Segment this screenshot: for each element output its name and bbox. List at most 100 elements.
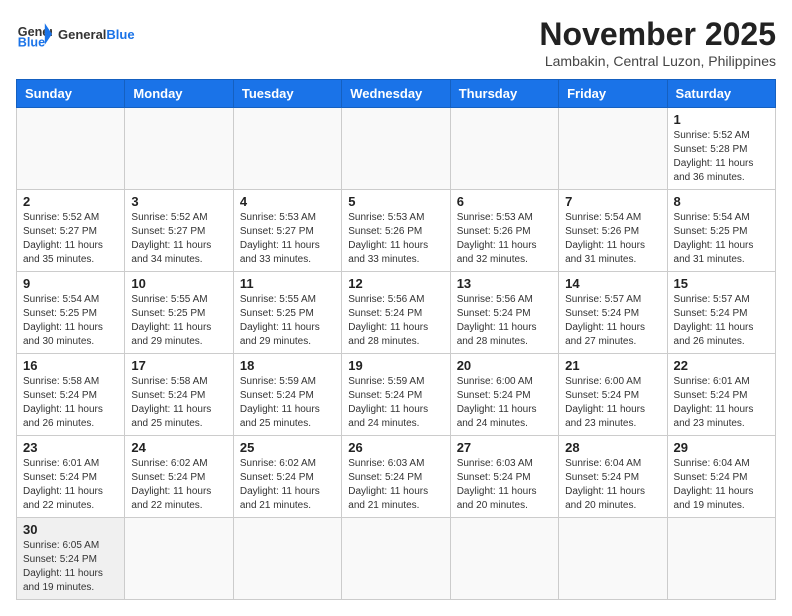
- weekday-header-friday: Friday: [559, 80, 667, 108]
- day-number: 2: [23, 194, 118, 209]
- day-number: 19: [348, 358, 443, 373]
- calendar-cell: 22Sunrise: 6:01 AM Sunset: 5:24 PM Dayli…: [667, 354, 775, 436]
- day-info: Sunrise: 6:01 AM Sunset: 5:24 PM Dayligh…: [23, 457, 118, 513]
- weekday-header-thursday: Thursday: [450, 80, 558, 108]
- calendar-cell: 30Sunrise: 6:05 AM Sunset: 5:24 PM Dayli…: [17, 518, 125, 600]
- calendar-cell: [559, 108, 667, 190]
- day-number: 3: [131, 194, 226, 209]
- calendar-cell: 20Sunrise: 6:00 AM Sunset: 5:24 PM Dayli…: [450, 354, 558, 436]
- calendar-cell: [233, 518, 341, 600]
- calendar-cell: 5Sunrise: 5:53 AM Sunset: 5:26 PM Daylig…: [342, 190, 450, 272]
- day-number: 28: [565, 440, 660, 455]
- day-info: Sunrise: 5:59 AM Sunset: 5:24 PM Dayligh…: [240, 375, 335, 431]
- weekday-header-monday: Monday: [125, 80, 233, 108]
- calendar-cell: 19Sunrise: 5:59 AM Sunset: 5:24 PM Dayli…: [342, 354, 450, 436]
- day-info: Sunrise: 5:54 AM Sunset: 5:25 PM Dayligh…: [23, 293, 118, 349]
- day-number: 14: [565, 276, 660, 291]
- calendar-cell: 3 Sunrise: 5:52 AM Sunset: 5:27 PM Daylig…: [125, 190, 233, 272]
- day-info: Sunrise: 5:53 AM Sunset: 5:27 PM Dayligh…: [240, 211, 335, 267]
- calendar-cell: 1Sunrise: 5:52 AM Sunset: 5:28 PM Daylig…: [667, 108, 775, 190]
- day-number: 30: [23, 522, 118, 537]
- logo: General Blue GeneralBlue: [16, 16, 135, 52]
- day-number: 12: [348, 276, 443, 291]
- logo-icon: General Blue: [16, 16, 52, 52]
- day-number: 16: [23, 358, 118, 373]
- calendar-cell: 26 Sunrise: 6:03 AM Sunset: 5:24 PM Dayli…: [342, 436, 450, 518]
- calendar-cell: 9 Sunrise: 5:54 AM Sunset: 5:25 PM Daylig…: [17, 272, 125, 354]
- day-info: Sunrise: 5:53 AM Sunset: 5:26 PM Dayligh…: [348, 211, 443, 267]
- weekday-header-sunday: Sunday: [17, 80, 125, 108]
- day-info: Sunrise: 5:52 AM Sunset: 5:27 PM Dayligh…: [131, 211, 226, 267]
- calendar-cell: 11 Sunrise: 5:55 AM Sunset: 5:25 PM Dayli…: [233, 272, 341, 354]
- calendar-cell: 8Sunrise: 5:54 AM Sunset: 5:25 PM Daylig…: [667, 190, 775, 272]
- location-subtitle: Lambakin, Central Luzon, Philippines: [539, 53, 776, 69]
- calendar-week-6: 30Sunrise: 6:05 AM Sunset: 5:24 PM Dayli…: [17, 518, 776, 600]
- title-area: November 2025 Lambakin, Central Luzon, P…: [539, 16, 776, 69]
- logo-general: General: [58, 27, 106, 42]
- calendar-cell: 15 Sunrise: 5:57 AM Sunset: 5:24 PM Dayli…: [667, 272, 775, 354]
- day-info: Sunrise: 5:57 AM Sunset: 5:24 PM Dayligh…: [565, 293, 660, 349]
- day-info: Sunrise: 5:57 AM Sunset: 5:24 PM Dayligh…: [674, 293, 769, 349]
- day-number: 7: [565, 194, 660, 209]
- weekday-header-saturday: Saturday: [667, 80, 775, 108]
- calendar-cell: 16 Sunrise: 5:58 AM Sunset: 5:24 PM Dayli…: [17, 354, 125, 436]
- day-number: 11: [240, 276, 335, 291]
- day-info: Sunrise: 6:03 AM Sunset: 5:24 PM Dayligh…: [457, 457, 552, 513]
- calendar-table: SundayMondayTuesdayWednesdayThursdayFrid…: [16, 79, 776, 600]
- day-info: Sunrise: 6:03 AM Sunset: 5:24 PM Dayligh…: [348, 457, 443, 513]
- calendar-cell: 13Sunrise: 5:56 AM Sunset: 5:24 PM Dayli…: [450, 272, 558, 354]
- calendar-cell: [559, 518, 667, 600]
- day-info: Sunrise: 6:04 AM Sunset: 5:24 PM Dayligh…: [674, 457, 769, 513]
- day-info: Sunrise: 5:55 AM Sunset: 5:25 PM Dayligh…: [240, 293, 335, 349]
- calendar-cell: [233, 108, 341, 190]
- calendar-cell: 6Sunrise: 5:53 AM Sunset: 5:26 PM Daylig…: [450, 190, 558, 272]
- calendar-week-1: 1Sunrise: 5:52 AM Sunset: 5:28 PM Daylig…: [17, 108, 776, 190]
- day-info: Sunrise: 6:00 AM Sunset: 5:24 PM Dayligh…: [457, 375, 552, 431]
- day-number: 9: [23, 276, 118, 291]
- day-info: Sunrise: 6:04 AM Sunset: 5:24 PM Dayligh…: [565, 457, 660, 513]
- day-number: 23: [23, 440, 118, 455]
- calendar-cell: 25 Sunrise: 6:02 AM Sunset: 5:24 PM Dayli…: [233, 436, 341, 518]
- month-title: November 2025: [539, 16, 776, 53]
- calendar-cell: [450, 518, 558, 600]
- day-number: 25: [240, 440, 335, 455]
- logo-blue: Blue: [106, 27, 134, 42]
- day-info: Sunrise: 5:58 AM Sunset: 5:24 PM Dayligh…: [23, 375, 118, 431]
- calendar-cell: 17Sunrise: 5:58 AM Sunset: 5:24 PM Dayli…: [125, 354, 233, 436]
- day-number: 15: [674, 276, 769, 291]
- day-info: Sunrise: 6:02 AM Sunset: 5:24 PM Dayligh…: [240, 457, 335, 513]
- calendar-cell: 28 Sunrise: 6:04 AM Sunset: 5:24 PM Dayli…: [559, 436, 667, 518]
- day-number: 18: [240, 358, 335, 373]
- calendar-cell: [125, 518, 233, 600]
- calendar-cell: [17, 108, 125, 190]
- calendar-cell: 18 Sunrise: 5:59 AM Sunset: 5:24 PM Dayli…: [233, 354, 341, 436]
- calendar-cell: [342, 108, 450, 190]
- day-number: 26: [348, 440, 443, 455]
- day-info: Sunrise: 5:56 AM Sunset: 5:24 PM Dayligh…: [348, 293, 443, 349]
- calendar-week-3: 9 Sunrise: 5:54 AM Sunset: 5:25 PM Daylig…: [17, 272, 776, 354]
- day-info: Sunrise: 5:56 AM Sunset: 5:24 PM Dayligh…: [457, 293, 552, 349]
- header: General Blue GeneralBlue November 2025 L…: [16, 16, 776, 69]
- calendar-week-5: 23 Sunrise: 6:01 AM Sunset: 5:24 PM Dayli…: [17, 436, 776, 518]
- calendar-cell: 29Sunrise: 6:04 AM Sunset: 5:24 PM Dayli…: [667, 436, 775, 518]
- day-number: 6: [457, 194, 552, 209]
- weekday-header-tuesday: Tuesday: [233, 80, 341, 108]
- day-number: 22: [674, 358, 769, 373]
- weekday-header-row: SundayMondayTuesdayWednesdayThursdayFrid…: [17, 80, 776, 108]
- calendar-cell: 21Sunrise: 6:00 AM Sunset: 5:24 PM Dayli…: [559, 354, 667, 436]
- calendar-cell: 27Sunrise: 6:03 AM Sunset: 5:24 PM Dayli…: [450, 436, 558, 518]
- day-number: 8: [674, 194, 769, 209]
- day-number: 1: [674, 112, 769, 127]
- calendar-cell: [125, 108, 233, 190]
- calendar-week-4: 16 Sunrise: 5:58 AM Sunset: 5:24 PM Dayli…: [17, 354, 776, 436]
- day-number: 10: [131, 276, 226, 291]
- calendar-cell: [450, 108, 558, 190]
- svg-text:Blue: Blue: [18, 36, 45, 50]
- day-info: Sunrise: 5:52 AM Sunset: 5:27 PM Dayligh…: [23, 211, 118, 267]
- calendar-cell: 14 Sunrise: 5:57 AM Sunset: 5:24 PM Dayli…: [559, 272, 667, 354]
- calendar-cell: 2 Sunrise: 5:52 AM Sunset: 5:27 PM Daylig…: [17, 190, 125, 272]
- day-number: 24: [131, 440, 226, 455]
- calendar-cell: 7Sunrise: 5:54 AM Sunset: 5:26 PM Daylig…: [559, 190, 667, 272]
- calendar-cell: 12 Sunrise: 5:56 AM Sunset: 5:24 PM Dayli…: [342, 272, 450, 354]
- calendar-cell: 10Sunrise: 5:55 AM Sunset: 5:25 PM Dayli…: [125, 272, 233, 354]
